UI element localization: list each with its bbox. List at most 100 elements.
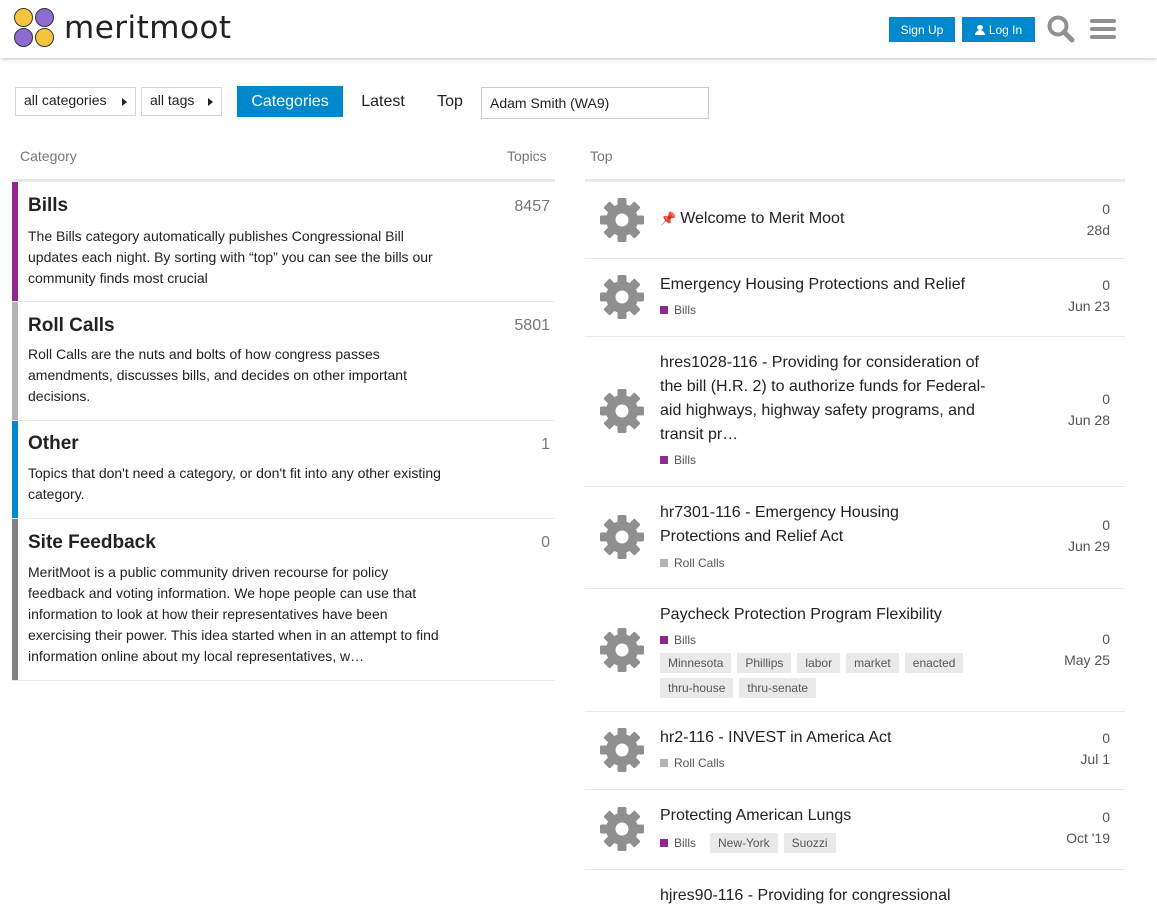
avatar[interactable] [599, 627, 645, 673]
topic-row[interactable]: hr7301-116 - Emergency Housing Protectio… [585, 487, 1125, 589]
topics-column-header[interactable]: Topics [507, 148, 547, 164]
tag-list: Minnesota Phillips labor market enacted … [660, 653, 990, 698]
topic-title[interactable]: Paycheck Protection Program Flexibility [660, 603, 1000, 627]
tag[interactable]: thru-senate [739, 678, 817, 698]
logo-faces-icon [14, 8, 56, 48]
topic-row[interactable]: hjres90-116 - Providing for congressiona… [585, 870, 1125, 911]
site-logo[interactable]: meritmoot [14, 8, 232, 48]
search-input[interactable]: Adam Smith (WA9) [481, 87, 709, 119]
category-color-bar [12, 182, 18, 301]
category-name[interactable]: Other [28, 433, 79, 455]
topic-title[interactable]: hres1028-116 - Providing for considerati… [660, 351, 1000, 447]
activity-date[interactable]: Oct '19 [1066, 828, 1110, 849]
tag[interactable]: New-York [710, 833, 778, 853]
tab-categories[interactable]: Categories [237, 86, 343, 117]
category-column-header[interactable]: Category [20, 148, 77, 164]
category-color-bar [12, 302, 18, 420]
hamburger-menu-icon[interactable] [1088, 14, 1118, 44]
category-dropdown[interactable]: all categories [15, 87, 136, 116]
topic-meta: 0 Jun 28 [1068, 389, 1110, 431]
logo-text: meritmoot [64, 10, 232, 46]
category-name[interactable]: Bills [28, 195, 68, 217]
category-badge[interactable]: Roll Calls [660, 756, 725, 770]
topic-meta: 0 Oct '19 [1066, 807, 1110, 849]
tag[interactable]: enacted [904, 653, 964, 673]
topic-title[interactable]: 📌 Welcome to Merit Moot [660, 207, 1000, 231]
category-dropdown-label: all categories [24, 92, 107, 108]
category-description: Roll Calls are the nuts and bolts of how… [28, 346, 407, 404]
category-badge[interactable]: Roll Calls [660, 556, 725, 570]
pin-icon: 📌 [660, 211, 677, 226]
topic-title[interactable]: Emergency Housing Protections and Relief [660, 273, 1000, 297]
activity-date[interactable]: 28d [1087, 220, 1110, 241]
top-column-header[interactable]: Top [590, 148, 613, 164]
topic-meta: 0 May 25 [1064, 629, 1110, 671]
avatar[interactable] [599, 388, 645, 434]
category-topic-count: 0 [541, 534, 550, 551]
reply-count: 0 [1102, 201, 1110, 217]
topic-row[interactable]: Emergency Housing Protections and Relief… [585, 259, 1125, 337]
category-badge[interactable]: Bills [660, 836, 696, 850]
tag[interactable]: labor [797, 653, 841, 673]
topic-title[interactable]: Protecting American Lungs [660, 804, 1000, 828]
topic-row[interactable]: hres1028-116 - Providing for considerati… [585, 337, 1125, 487]
category-badge[interactable]: Bills [660, 303, 696, 317]
avatar[interactable] [599, 197, 645, 243]
caret-right-icon [208, 98, 213, 106]
category-description: MeritMoot is a public community driven r… [28, 564, 439, 664]
search-icon[interactable] [1046, 14, 1076, 44]
category-badge[interactable]: Bills [660, 453, 696, 467]
tag-dropdown[interactable]: all tags [141, 87, 222, 116]
category-topic-count: 1 [541, 436, 550, 453]
activity-date[interactable]: Jul 1 [1080, 749, 1110, 770]
log-in-button[interactable]: Log In [962, 17, 1035, 42]
tag[interactable]: Phillips [737, 653, 792, 673]
reply-count: 0 [1102, 809, 1110, 825]
site-header: meritmoot Sign Up Log In [0, 0, 1157, 58]
topic-row[interactable]: Protecting American Lungs Bills New-York… [585, 790, 1125, 870]
topic-title[interactable]: hjres90-116 - Providing for congressiona… [660, 884, 1000, 908]
topic-meta: 0 Jun 29 [1068, 515, 1110, 557]
category-color-bar [12, 519, 18, 680]
topic-row[interactable]: hr2-116 - INVEST in America Act Roll Cal… [585, 712, 1125, 790]
avatar[interactable] [599, 274, 645, 320]
topic-title[interactable]: hr7301-116 - Emergency Housing Protectio… [660, 501, 950, 549]
tag[interactable]: Minnesota [660, 653, 732, 673]
tag-dropdown-label: all tags [150, 92, 195, 108]
category-row-roll-calls[interactable]: Roll Calls Roll Calls are the nuts and b… [12, 302, 555, 421]
tag[interactable]: market [846, 653, 899, 673]
avatar[interactable] [599, 727, 645, 773]
caret-right-icon [122, 98, 127, 106]
activity-date[interactable]: Jun 29 [1068, 536, 1110, 557]
category-name[interactable]: Roll Calls [28, 315, 115, 337]
topic-row[interactable]: 📌 Welcome to Merit Moot 0 28d [585, 182, 1125, 259]
avatar[interactable] [599, 806, 645, 852]
activity-date[interactable]: Jun 23 [1068, 296, 1110, 317]
topic-meta: 0 Jul 1 [1080, 728, 1110, 770]
category-badge[interactable]: Bills [660, 633, 696, 647]
user-icon [974, 24, 985, 35]
tag[interactable]: thru-house [660, 678, 734, 698]
avatar[interactable] [599, 514, 645, 560]
log-in-label: Log In [988, 22, 1023, 37]
category-row-other[interactable]: Other Topics that don't need a category,… [12, 421, 555, 519]
reply-count: 0 [1102, 517, 1110, 533]
category-description: The Bills category automatically publish… [28, 228, 433, 286]
category-topic-count: 5801 [514, 317, 550, 334]
topic-meta: 0 28d [1087, 199, 1110, 241]
tag-list: New-York Suozzi [710, 833, 1040, 853]
topic-row[interactable]: Paycheck Protection Program Flexibility … [585, 589, 1125, 712]
category-name[interactable]: Site Feedback [28, 532, 156, 554]
topic-title[interactable]: hr2-116 - INVEST in America Act [660, 726, 1000, 750]
reply-count: 0 [1102, 730, 1110, 746]
tab-latest[interactable]: Latest [350, 86, 416, 117]
category-row-bills[interactable]: Bills The Bills category automatically p… [12, 182, 555, 302]
activity-date[interactable]: Jun 28 [1068, 410, 1110, 431]
activity-date[interactable]: May 25 [1064, 650, 1110, 671]
tag[interactable]: Suozzi [783, 833, 836, 853]
sign-up-button[interactable]: Sign Up [889, 17, 955, 42]
reply-count: 0 [1102, 391, 1110, 407]
tab-top[interactable]: Top [425, 86, 475, 117]
category-topic-count: 8457 [514, 198, 550, 215]
category-row-site-feedback[interactable]: Site Feedback MeritMoot is a public comm… [12, 519, 555, 681]
